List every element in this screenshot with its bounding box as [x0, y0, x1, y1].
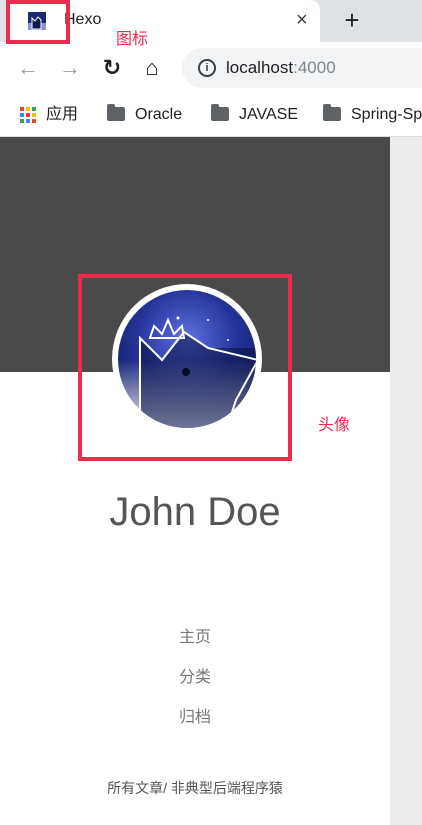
favicon-highlight-box — [6, 0, 70, 44]
bookmark-apps[interactable]: 应用 — [20, 104, 78, 126]
home-button[interactable]: ⌂ — [138, 54, 166, 82]
menu-item-archives[interactable]: 归档 — [0, 705, 390, 745]
site-author-name: John Doe — [109, 490, 281, 534]
bookmark-label: Oracle — [135, 106, 183, 123]
url-text: localhost:4000 — [226, 58, 336, 78]
page-content: John Doe 主页 分类 归档 所有文章/ 非典型后端程序猿 — [0, 137, 422, 825]
folder-icon — [211, 103, 229, 121]
bookmark-label: JAVASE — [239, 106, 298, 123]
address-bar[interactable]: i localhost:4000 — [182, 48, 422, 88]
bookmark-javase[interactable]: JAVASE — [211, 103, 298, 126]
page-side-strip — [390, 137, 422, 825]
avatar-annotation-label: 头像 — [318, 417, 351, 434]
avatar-highlight-box — [78, 274, 292, 461]
site-footer-text: 所有文章/ 非典型后端程序猿 — [107, 780, 283, 796]
reload-button[interactable]: ↻ — [98, 54, 126, 82]
new-tab-button[interactable]: + — [338, 6, 366, 34]
bookmark-label: Spring-Sp — [351, 106, 422, 123]
menu-item-home[interactable]: 主页 — [0, 625, 390, 665]
apps-grid-icon — [20, 106, 36, 123]
url-port: :4000 — [293, 58, 336, 77]
back-button[interactable]: ← — [14, 54, 42, 82]
close-tab-icon[interactable]: × — [296, 7, 308, 33]
bookmark-oracle[interactable]: Oracle — [107, 103, 183, 126]
bookmark-spring[interactable]: Spring-Sp — [323, 103, 422, 126]
site-nav-menu: 主页 分类 归档 — [0, 625, 390, 745]
browser-toolbar: ← → ↻ ⌂ i localhost:4000 — [0, 42, 422, 94]
menu-item-categories[interactable]: 分类 — [0, 665, 390, 705]
folder-icon — [323, 103, 341, 121]
folder-icon — [107, 103, 125, 121]
favicon-annotation-label: 图标 — [116, 31, 149, 48]
bookmarks-bar: 应用 Oracle JAVASE Spring-Sp — [0, 94, 422, 137]
site-info-icon[interactable]: i — [198, 59, 216, 77]
forward-button[interactable]: → — [56, 54, 84, 82]
url-host: localhost — [226, 58, 294, 77]
bookmark-label: 应用 — [46, 106, 79, 123]
